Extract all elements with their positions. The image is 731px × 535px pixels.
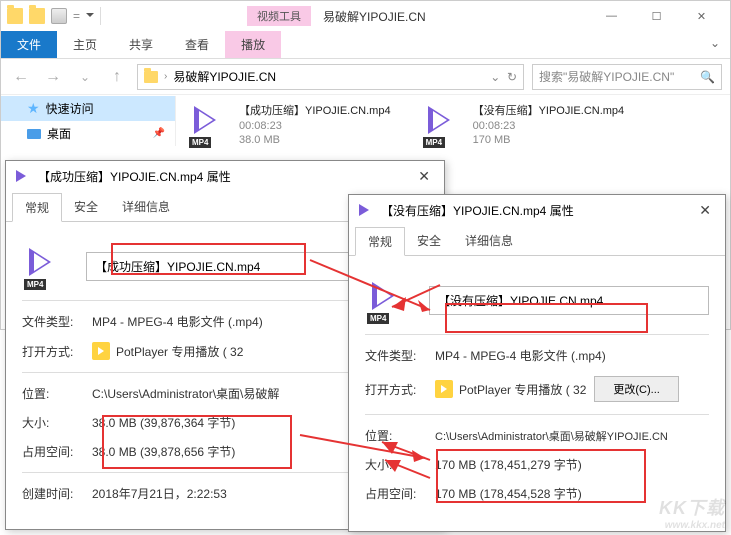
pin-icon: 📌: [153, 128, 165, 139]
window-title: 易破解YIPOJIE.CN: [323, 8, 426, 25]
open-with-value: PotPlayer 专用播放 ( 32: [116, 343, 243, 360]
close-icon[interactable]: ✕: [412, 168, 436, 185]
file-item[interactable]: MP4 【成功压缩】YIPOJIE.CN.mp4 00:08:23 38.0 M…: [187, 102, 391, 146]
tree-quick-access[interactable]: ★ 快速访问: [1, 96, 175, 121]
tab-view[interactable]: 查看: [169, 31, 225, 58]
open-with-value: PotPlayer 专用播放 ( 32: [459, 381, 586, 398]
dialog-titlebar: 【没有压缩】YIPOJIE.CN.mp4 属性 ✕: [349, 195, 725, 225]
play-icon: [194, 106, 216, 134]
address-bar[interactable]: › 易破解YIPOJIE.CN ⌄ ↻: [137, 64, 524, 90]
file-type-value: MP4 - MPEG-4 电影文件 (.mp4): [92, 313, 263, 330]
tab-security[interactable]: 安全: [62, 193, 110, 221]
tab-general[interactable]: 常规: [355, 227, 405, 256]
tab-home[interactable]: 主页: [57, 31, 113, 58]
ribbon-expand-icon[interactable]: ⌄: [700, 31, 730, 58]
tab-file[interactable]: 文件: [1, 31, 57, 58]
search-icon: 🔍: [700, 70, 715, 84]
video-file-icon: MP4: [22, 244, 66, 288]
properties-dialog-uncompressed: 【没有压缩】YIPOJIE.CN.mp4 属性 ✕ 常规 安全 详细信息 MP4…: [348, 194, 726, 532]
ribbon-tabs: 文件 主页 共享 查看 播放 ⌄: [1, 31, 730, 59]
location-value: C:\Users\Administrator\桌面\易破解: [92, 385, 279, 402]
size-value: 170 MB (178,451,279 字节): [435, 456, 582, 473]
tree-desktop[interactable]: 桌面 📌: [1, 121, 175, 146]
nav-back-icon[interactable]: ←: [9, 65, 33, 89]
dialog-title: 【成功压缩】YIPOJIE.CN.mp4 属性: [38, 168, 231, 185]
nav-up-icon[interactable]: ↑: [105, 65, 129, 89]
desktop-icon: [27, 129, 41, 139]
navigation-bar: ← → ⌄ ↑ › 易破解YIPOJIE.CN ⌄ ↻ 搜索"易破解YIPOJI…: [1, 59, 730, 95]
video-file-icon: [357, 202, 373, 218]
file-name: 【成功压缩】YIPOJIE.CN.mp4: [239, 102, 391, 118]
file-list: MP4 【成功压缩】YIPOJIE.CN.mp4 00:08:23 38.0 M…: [181, 96, 726, 152]
navigation-pane: ★ 快速访问 桌面 📌: [1, 96, 176, 146]
filename-input[interactable]: 【没有压缩】YIPOJIE.CN.mp4: [429, 286, 709, 315]
tab-details[interactable]: 详细信息: [110, 193, 182, 221]
file-duration: 00:08:23: [239, 120, 391, 132]
dialog-tabs: 常规 安全 详细信息: [349, 227, 725, 256]
file-name: 【没有压缩】YIPOJIE.CN.mp4: [473, 102, 625, 118]
star-icon: ★: [27, 100, 40, 117]
breadcrumb[interactable]: 易破解YIPOJIE.CN: [173, 68, 276, 85]
file-duration: 00:08:23: [473, 120, 625, 132]
nav-forward-icon[interactable]: →: [41, 65, 65, 89]
size-value: 38.0 MB (39,876,364 字节): [92, 414, 235, 431]
file-size: 38.0 MB: [239, 134, 391, 146]
folder-icon[interactable]: [29, 8, 45, 24]
tab-details[interactable]: 详细信息: [453, 227, 525, 255]
search-input[interactable]: 搜索"易破解YIPOJIE.CN" 🔍: [532, 64, 722, 90]
close-button[interactable]: ✕: [679, 1, 724, 31]
contextual-tab-badge: 视频工具: [247, 6, 311, 26]
file-type-value: MP4 - MPEG-4 电影文件 (.mp4): [435, 347, 606, 364]
dialog-titlebar: 【成功压缩】YIPOJIE.CN.mp4 属性 ✕: [6, 161, 444, 191]
nav-recent-icon[interactable]: ⌄: [73, 65, 97, 89]
mp4-badge: MP4: [423, 137, 445, 148]
titlebar: = 视频工具 易破解YIPOJIE.CN — ☐ ✕: [1, 1, 730, 31]
change-button[interactable]: 更改(C)...: [594, 376, 678, 402]
dialog-title: 【没有压缩】YIPOJIE.CN.mp4 属性: [381, 202, 574, 219]
quick-access-toolbar: =: [7, 8, 94, 24]
potplayer-icon: [435, 380, 453, 398]
chevron-down-icon[interactable]: [86, 13, 94, 21]
potplayer-icon: [92, 342, 110, 360]
video-file-icon: MP4: [365, 278, 409, 322]
chevron-right-icon[interactable]: ›: [164, 71, 167, 82]
folder-icon: [144, 71, 158, 83]
folder-icon[interactable]: [7, 8, 23, 24]
video-thumbnail: MP4: [187, 102, 231, 146]
play-icon: [428, 106, 450, 134]
location-value: C:\Users\Administrator\桌面\易破解YIPOJIE.CN: [435, 428, 668, 444]
video-thumbnail: MP4: [421, 102, 465, 146]
minimize-button[interactable]: —: [589, 1, 634, 31]
disk-size-value: 170 MB (178,454,528 字节): [435, 485, 582, 502]
watermark: KK下载 www.kkx.net: [659, 494, 725, 531]
maximize-button[interactable]: ☐: [634, 1, 679, 31]
disk-size-value: 38.0 MB (39,878,656 字节): [92, 443, 235, 460]
tab-share[interactable]: 共享: [113, 31, 169, 58]
file-size: 170 MB: [473, 134, 625, 146]
tab-security[interactable]: 安全: [405, 227, 453, 255]
file-item[interactable]: MP4 【没有压缩】YIPOJIE.CN.mp4 00:08:23 170 MB: [421, 102, 625, 146]
disk-icon[interactable]: [51, 8, 67, 24]
tab-general[interactable]: 常规: [12, 193, 62, 222]
close-icon[interactable]: ✕: [693, 202, 717, 219]
video-file-icon: [14, 168, 30, 184]
created-value: 2018年7月21日，2:22:53: [92, 485, 227, 502]
tab-play[interactable]: 播放: [225, 31, 281, 58]
mp4-badge: MP4: [189, 137, 211, 148]
